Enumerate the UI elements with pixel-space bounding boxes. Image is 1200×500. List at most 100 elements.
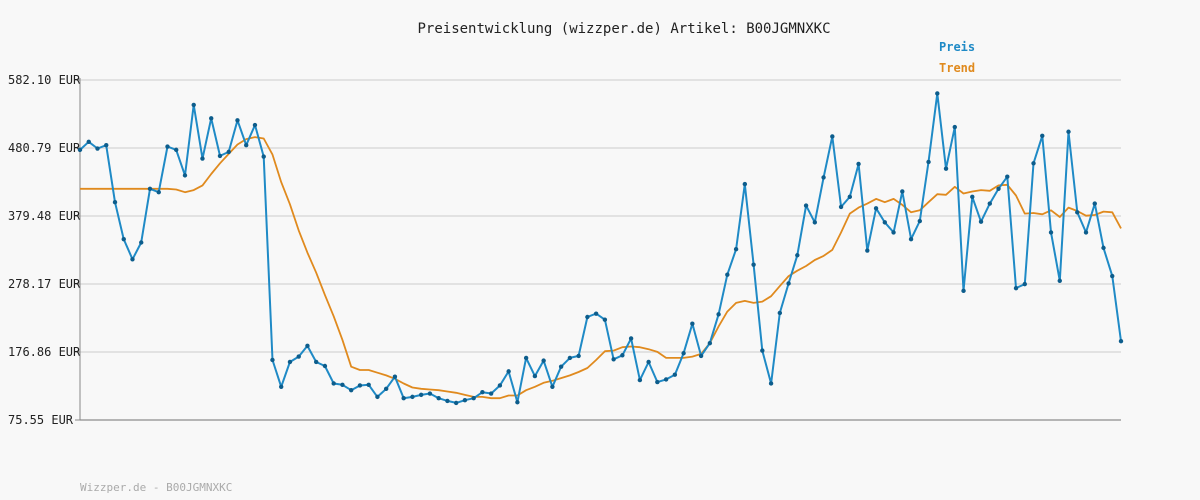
- data-point: [532, 373, 538, 379]
- data-point: [375, 394, 380, 400]
- data-point: [882, 220, 888, 225]
- legend-preis: Preis: [939, 40, 975, 54]
- y-tick-label: 75.55 EUR: [8, 413, 74, 427]
- data-point: [891, 230, 896, 235]
- data-point: [244, 142, 249, 148]
- y-tick-label: 176.86 EUR: [8, 345, 81, 359]
- data-point: [637, 377, 643, 383]
- data-point: [550, 384, 555, 390]
- data-point: [1101, 245, 1106, 251]
- data-point: [453, 400, 459, 406]
- data-point: [943, 166, 949, 171]
- data-point: [147, 186, 153, 192]
- data-point: [401, 396, 406, 401]
- data-point: [751, 262, 756, 267]
- data-point: [515, 400, 520, 405]
- series-preis: [77, 91, 1124, 406]
- data-point: [392, 374, 398, 379]
- data-point: [926, 159, 931, 165]
- data-point: [1057, 278, 1062, 283]
- data-point: [252, 122, 258, 128]
- data-point: [760, 348, 765, 353]
- data-point: [1092, 201, 1097, 206]
- data-point: [506, 369, 511, 374]
- data-point: [707, 340, 713, 346]
- data-point: [602, 317, 608, 322]
- data-point: [847, 194, 853, 200]
- data-point: [856, 161, 861, 167]
- price-chart: Preisentwicklung (wizzper.de) Artikel: B…: [8, 21, 1124, 494]
- data-point: [226, 149, 231, 155]
- data-point: [418, 392, 424, 398]
- data-point: [1031, 161, 1036, 166]
- y-axis-ticks: 582.10 EUR 480.79 EUR 379.48 EUR 278.17 EUR…: [8, 73, 81, 427]
- data-point: [742, 181, 748, 187]
- grid-lines: [80, 79, 1121, 421]
- data-point: [480, 389, 485, 395]
- data-point: [1040, 133, 1045, 138]
- data-point: [121, 236, 126, 242]
- data-point: [585, 314, 590, 320]
- y-tick-label: 278.17 EUR: [8, 277, 81, 291]
- data-point: [593, 311, 599, 316]
- data-point: [987, 201, 992, 206]
- data-point: [558, 364, 564, 369]
- y-tick-label: 582.10 EUR: [8, 73, 81, 87]
- data-point: [1118, 338, 1124, 344]
- data-point: [620, 353, 625, 358]
- data-point: [77, 147, 83, 153]
- data-point: [952, 124, 957, 130]
- data-point: [541, 358, 546, 363]
- data-point: [908, 236, 914, 242]
- data-point: [690, 321, 695, 326]
- data-point: [1005, 174, 1010, 179]
- data-point: [786, 281, 791, 286]
- data-point: [139, 240, 144, 245]
- data-point: [873, 206, 879, 211]
- data-point: [313, 359, 319, 365]
- data-point: [795, 253, 800, 258]
- data-point: [340, 382, 345, 387]
- data-point: [821, 175, 826, 180]
- data-point: [996, 186, 1001, 192]
- data-point: [838, 204, 844, 210]
- data-point: [576, 353, 581, 359]
- data-point: [112, 200, 118, 205]
- data-point: [917, 218, 922, 224]
- data-point: [436, 396, 441, 401]
- y-tick-label: 480.79 EUR: [8, 141, 81, 155]
- data-point: [305, 343, 310, 349]
- data-point: [296, 354, 301, 359]
- data-point: [235, 118, 240, 123]
- data-point: [698, 353, 704, 359]
- data-point: [357, 383, 363, 388]
- data-point: [95, 146, 100, 151]
- data-point: [803, 203, 809, 208]
- data-point: [86, 139, 91, 145]
- legend-trend: Trend: [939, 61, 975, 75]
- data-point: [628, 336, 634, 341]
- data-point: [1066, 129, 1071, 134]
- data-point: [1075, 210, 1080, 215]
- data-point: [935, 91, 940, 96]
- data-point: [200, 156, 205, 161]
- data-point: [182, 173, 188, 178]
- data-point: [1083, 230, 1089, 235]
- data-point: [445, 398, 450, 404]
- data-point: [366, 382, 371, 387]
- chart-footer: Wizzper.de - B00JGMNXKC: [80, 481, 232, 494]
- data-point: [663, 377, 669, 382]
- data-point: [217, 153, 223, 159]
- data-point: [523, 355, 529, 361]
- data-point: [322, 363, 328, 369]
- data-point: [383, 386, 389, 392]
- data-point: [462, 398, 468, 403]
- data-point: [1013, 285, 1019, 291]
- data-point: [488, 391, 494, 396]
- data-point: [830, 134, 835, 139]
- data-point: [865, 248, 870, 253]
- data-point: [646, 359, 651, 365]
- data-point: [611, 357, 616, 362]
- data-point: [191, 102, 196, 108]
- data-point: [672, 372, 678, 377]
